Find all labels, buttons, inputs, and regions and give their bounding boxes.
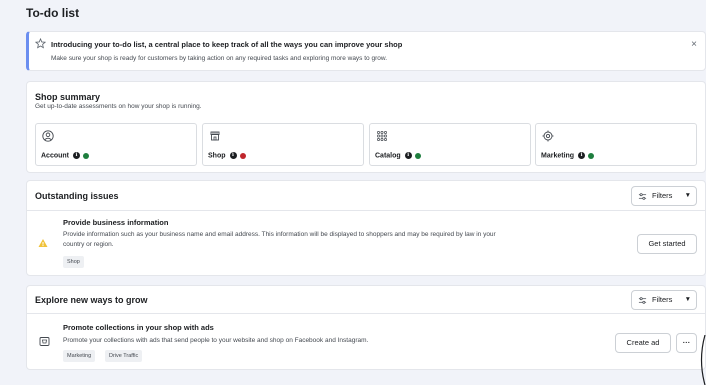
- banner-subtitle: Make sure your shop is ready for custome…: [51, 55, 387, 62]
- issues-filters-button[interactable]: Filters ▼: [631, 186, 697, 206]
- tile-label: Catalog: [375, 152, 401, 160]
- explore-card: Explore new ways to grow Filters ▼ Promo…: [26, 285, 706, 370]
- status-dot: [83, 152, 89, 159]
- info-icon[interactable]: i: [578, 152, 586, 159]
- tile-label: Account: [41, 152, 69, 160]
- close-icon[interactable]: ×: [691, 39, 697, 50]
- page-title: To-do list: [26, 6, 80, 20]
- intro-banner: Introducing your to-do list, a central p…: [26, 31, 706, 71]
- status-dot: [414, 152, 421, 159]
- explore-item-description: Promote your collections with ads that s…: [63, 337, 369, 344]
- divider: [27, 210, 705, 211]
- caret-down-icon: ▼: [684, 192, 691, 199]
- summary-tile-account[interactable]: Account i: [35, 123, 197, 166]
- explore-item-title: Promote collections in your shop with ad…: [63, 323, 214, 332]
- issue-description: Provide information such as your busines…: [63, 231, 496, 248]
- target-icon: [542, 130, 554, 142]
- sliders-icon: [638, 193, 647, 200]
- divider: [27, 313, 705, 314]
- outstanding-issues-title: Outstanding issues: [35, 191, 119, 201]
- summary-tile-catalog[interactable]: Catalog i: [369, 123, 531, 166]
- sliders-icon: [638, 297, 647, 304]
- info-icon[interactable]: i: [73, 152, 80, 159]
- filters-label: Filters: [652, 191, 673, 200]
- create-ad-button[interactable]: Create ad: [615, 333, 671, 353]
- collection-icon: [39, 337, 50, 346]
- status-dot: [239, 152, 246, 159]
- more-options-button[interactable]: ···: [676, 333, 697, 353]
- star-icon: [35, 38, 46, 49]
- storefront-icon: [210, 131, 220, 141]
- scroll-edge: [700, 335, 706, 385]
- shop-summary-title: Shop summary: [35, 92, 101, 102]
- tile-label: Marketing: [541, 152, 575, 160]
- shop-summary-subtitle: Get up-to-date assessments on how your s…: [35, 103, 202, 110]
- issue-title: Provide business information: [63, 218, 169, 227]
- banner-title: Introducing your to-do list, a central p…: [51, 40, 403, 49]
- grid-icon: [377, 131, 387, 141]
- warning-icon: [38, 239, 48, 247]
- caret-down-icon: ▼: [684, 296, 691, 303]
- summary-tile-shop[interactable]: Shop i: [202, 123, 364, 166]
- info-icon[interactable]: i: [229, 152, 237, 159]
- summary-tile-marketing[interactable]: Marketing i: [535, 123, 697, 166]
- shop-summary-card: Shop summary Get up-to-date assessments …: [26, 81, 706, 173]
- tag-marketing: Marketing: [63, 350, 96, 362]
- issue-tag: Shop: [63, 256, 84, 268]
- get-started-button[interactable]: Get started: [637, 234, 697, 254]
- outstanding-issues-card: Outstanding issues Filters ▼ Provide bus…: [26, 180, 706, 276]
- info-icon[interactable]: i: [404, 152, 412, 159]
- person-icon: [42, 130, 54, 142]
- explore-filters-button[interactable]: Filters ▼: [631, 290, 697, 310]
- tile-label: Shop: [208, 152, 226, 160]
- status-dot: [588, 152, 595, 159]
- filters-label: Filters: [652, 295, 673, 304]
- explore-title: Explore new ways to grow: [35, 295, 148, 305]
- tag-drive-traffic: Drive Traffic: [105, 350, 143, 362]
